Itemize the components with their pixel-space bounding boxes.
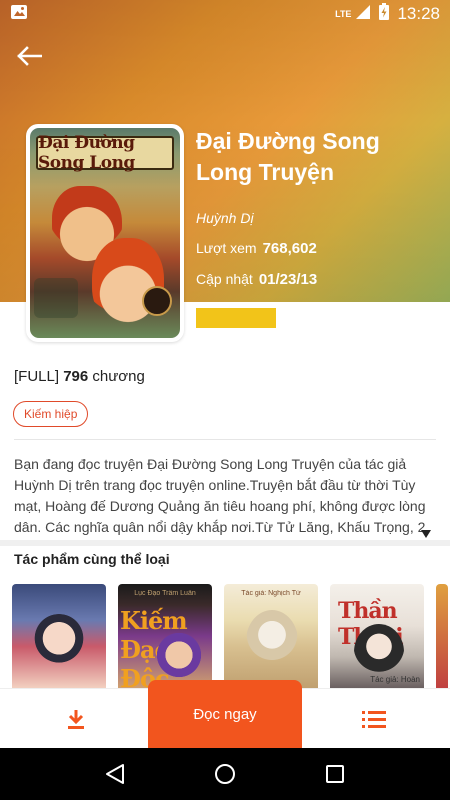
cover-title: Đại Đường Song Long xyxy=(38,133,135,173)
book-cover-image: Đại Đường Song Long xyxy=(30,128,180,338)
triangle-back-icon xyxy=(106,764,124,784)
updated-row: Cập nhật 01/23/13 xyxy=(196,271,436,288)
divider xyxy=(14,439,436,440)
network-type: LTE xyxy=(335,9,352,19)
chapter-list-button[interactable] xyxy=(346,689,402,749)
chapter-count: [FULL] 796 chương xyxy=(14,368,145,385)
arrow-left-icon xyxy=(17,46,42,66)
circle-home-icon xyxy=(215,764,235,784)
signal-icon xyxy=(355,4,371,25)
related-book-caption: Lục Đạo Trầm Luân xyxy=(134,590,196,597)
list-icon xyxy=(362,711,386,728)
book-info: Đại Đường Song Long Truyện Huỳnh Dị Lượt… xyxy=(196,126,436,288)
book-author[interactable]: Huỳnh Dị xyxy=(196,210,436,226)
updated-label: Cập nhật xyxy=(196,271,253,287)
related-book-cover[interactable] xyxy=(436,584,448,688)
book-title: Đại Đường Song Long Truyện xyxy=(196,128,380,185)
views-value: 768,602 xyxy=(262,240,317,257)
related-book-caption: Tác giả: Hoàn xyxy=(370,675,420,684)
related-book-cover[interactable]: Lục Đạo Trầm Luân Kiếm Đạo Độc xyxy=(118,584,212,688)
screenshot-icon xyxy=(10,4,28,25)
rating-bar xyxy=(196,308,276,328)
nav-recents-button[interactable] xyxy=(315,754,355,794)
views-label: Lượt xem xyxy=(196,240,257,256)
book-description[interactable]: Bạn đang đọc truyện Đại Đường Song Long … xyxy=(14,454,434,538)
expand-description-icon[interactable] xyxy=(421,525,431,538)
nav-home-button[interactable] xyxy=(205,754,245,794)
related-book-cover[interactable]: Tác giả: Nghịch Tử xyxy=(224,584,318,688)
genre-tag[interactable]: Kiếm hiệp xyxy=(13,401,89,427)
related-book-cover[interactable] xyxy=(12,584,106,688)
updated-value: 01/23/13 xyxy=(258,271,318,288)
book-cover[interactable]: Đại Đường Song Long xyxy=(26,124,184,342)
square-recents-icon xyxy=(326,765,344,783)
related-book-caption: Tác giả: Nghịch Tử xyxy=(241,590,301,597)
related-book-cover[interactable]: Thần Thoại Tác giả: Hoàn xyxy=(330,584,424,688)
related-books-list[interactable]: Lục Đạo Trầm Luân Kiếm Đạo Độc Tác giả: … xyxy=(12,584,448,688)
related-section-title: Tác phẩm cùng thể loại xyxy=(14,551,170,567)
system-navigation-bar xyxy=(0,748,450,800)
download-button[interactable] xyxy=(48,689,104,749)
download-icon xyxy=(68,710,84,729)
chapter-number: 796 xyxy=(63,368,89,385)
chapter-suffix: chương xyxy=(92,368,145,385)
section-separator xyxy=(0,540,450,546)
views-row: Lượt xem 768,602 xyxy=(196,240,436,257)
nav-back-button[interactable] xyxy=(95,754,135,794)
status-prefix: [FULL] xyxy=(14,368,60,385)
back-button[interactable] xyxy=(14,42,44,70)
book-detail-screen: LTE 13:28 Đại Đường Song Long Đại Đường … xyxy=(0,0,450,800)
clock: 13:28 xyxy=(397,4,440,23)
status-bar: LTE 13:28 xyxy=(0,0,450,28)
read-now-button[interactable]: Đọc ngay xyxy=(148,680,302,748)
battery-charging-icon xyxy=(379,3,390,25)
